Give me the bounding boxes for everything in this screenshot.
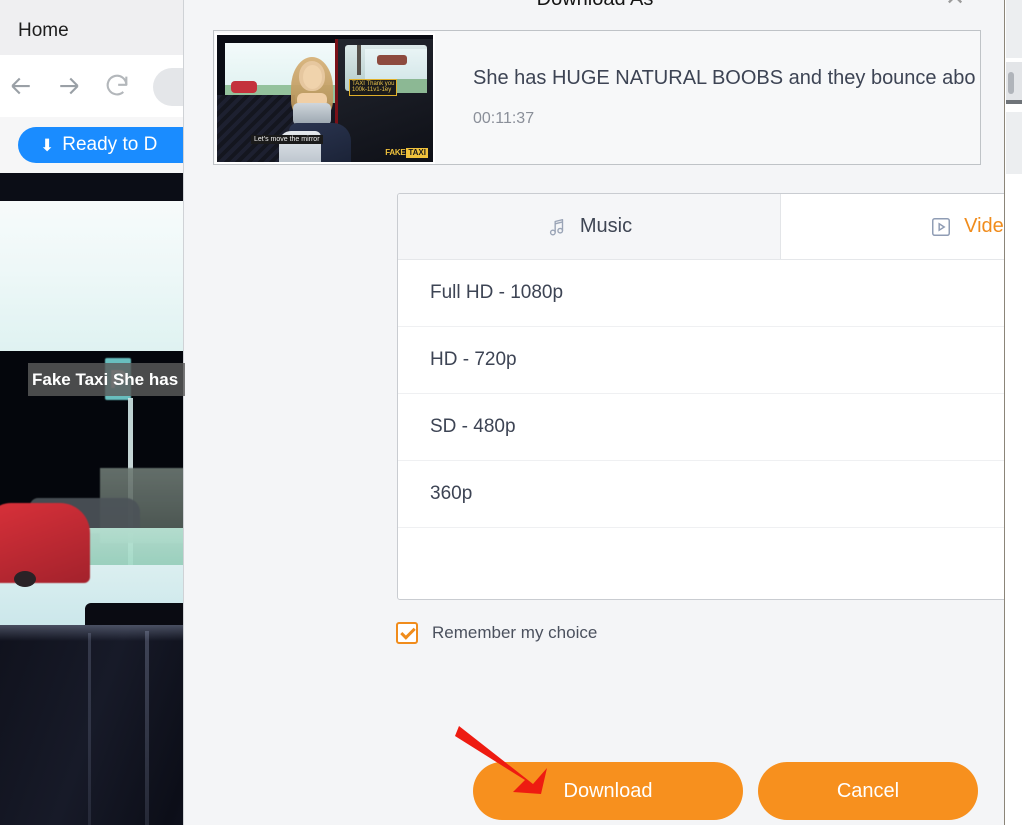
video-seat-highlight bbox=[0, 625, 185, 641]
thumb-person-top bbox=[293, 102, 331, 125]
video-info-card: TAXI Thank you 100k-11v1-1ey Let's move … bbox=[213, 30, 981, 165]
thumb-red-car bbox=[231, 80, 257, 93]
video-thumbnail: TAXI Thank you 100k-11v1-1ey Let's move … bbox=[215, 32, 435, 164]
music-note-icon bbox=[546, 216, 568, 238]
video-title: She has HUGE NATURAL BOOBS and they boun… bbox=[473, 67, 976, 89]
dialog-title: Download As bbox=[184, 0, 1004, 11]
background-video-player[interactable]: P Fake Taxi She has bbox=[0, 173, 185, 825]
video-red-car bbox=[0, 503, 90, 583]
download-button[interactable]: Download bbox=[473, 762, 743, 820]
play-square-icon bbox=[930, 216, 952, 238]
browser-tab-label: Home bbox=[18, 19, 69, 41]
video-info-text: She has HUGE NATURAL BOOBS and they boun… bbox=[435, 67, 980, 128]
thumb-window-car bbox=[377, 54, 407, 65]
screenshot-root: Home ⬇ Ready to D Fake Taxi She has TAXI… bbox=[0, 0, 1022, 825]
download-arrow-icon: ⬇ bbox=[40, 135, 55, 155]
option-row-1080p[interactable]: Full HD - 1080p bbox=[398, 260, 1004, 327]
remember-my-choice-row[interactable]: Remember my choice bbox=[396, 622, 597, 644]
close-x-icon[interactable]: ✕ bbox=[942, 0, 968, 11]
thumb-subtitle-caption: Let's move the mirror bbox=[251, 134, 323, 144]
right-edge-block bbox=[1006, 112, 1022, 174]
ready-to-download-label: Ready to D bbox=[62, 134, 158, 155]
thumb-watermark-badge: TAXI Thank you 100k-11v1-1ey bbox=[349, 78, 398, 97]
option-row-360p[interactable]: 360p bbox=[398, 461, 1004, 528]
ready-to-download-button[interactable]: ⬇ Ready to D bbox=[18, 127, 185, 163]
thumb-tree bbox=[357, 44, 361, 75]
tab-video-label: Video bbox=[964, 215, 1004, 237]
option-row-480p[interactable]: SD - 480p bbox=[398, 394, 1004, 461]
download-as-dialog: Download As ✕ bbox=[183, 0, 1005, 825]
video-duration: 00:11:37 bbox=[473, 110, 535, 127]
remember-my-choice-checkbox[interactable] bbox=[396, 622, 418, 644]
browser-tab-strip: Home bbox=[0, 0, 185, 55]
browser-tab-home[interactable]: Home bbox=[0, 6, 185, 55]
tab-music[interactable]: Music bbox=[398, 194, 781, 259]
panel-filler bbox=[398, 528, 1004, 599]
browser-url-bar[interactable] bbox=[153, 68, 185, 106]
option-row-720p[interactable]: HD - 720p bbox=[398, 327, 1004, 394]
right-edge-divider bbox=[1006, 100, 1022, 104]
cancel-button[interactable]: Cancel bbox=[758, 762, 978, 820]
video-top-bar bbox=[0, 173, 185, 203]
format-selection-panel: Music Video Full HD - 1080p HD bbox=[397, 193, 1004, 600]
tab-video[interactable]: Video bbox=[781, 194, 1004, 259]
background-browser-window: Home ⬇ Ready to D Fake Taxi She has bbox=[0, 0, 185, 825]
video-sky bbox=[0, 201, 185, 351]
remember-my-choice-label: Remember my choice bbox=[432, 623, 598, 642]
video-title-overlay: Fake Taxi She has bbox=[28, 363, 185, 396]
option-label: 360p bbox=[430, 483, 473, 504]
option-label: Full HD - 1080p bbox=[430, 282, 564, 303]
video-seat-crease bbox=[145, 631, 149, 825]
right-edge-block bbox=[1006, 0, 1022, 58]
video-red-car-wheel bbox=[14, 571, 36, 587]
tab-music-label: Music bbox=[579, 215, 633, 237]
thumb-person-face bbox=[303, 64, 322, 89]
arrow-right-icon[interactable] bbox=[52, 69, 86, 103]
scrollbar-thumb[interactable] bbox=[1008, 72, 1014, 94]
format-tabs: Music Video bbox=[398, 194, 1004, 260]
thumb-logo: FAKE TAXI bbox=[385, 147, 428, 158]
video-seat-crease bbox=[88, 633, 91, 825]
arrow-left-icon[interactable] bbox=[4, 69, 38, 103]
reload-icon[interactable] bbox=[100, 69, 134, 103]
option-label: HD - 720p bbox=[430, 349, 517, 370]
option-label: SD - 480p bbox=[430, 416, 516, 437]
video-car-seat bbox=[0, 625, 185, 825]
video-title-overlay-text: Fake Taxi She has bbox=[32, 369, 179, 389]
